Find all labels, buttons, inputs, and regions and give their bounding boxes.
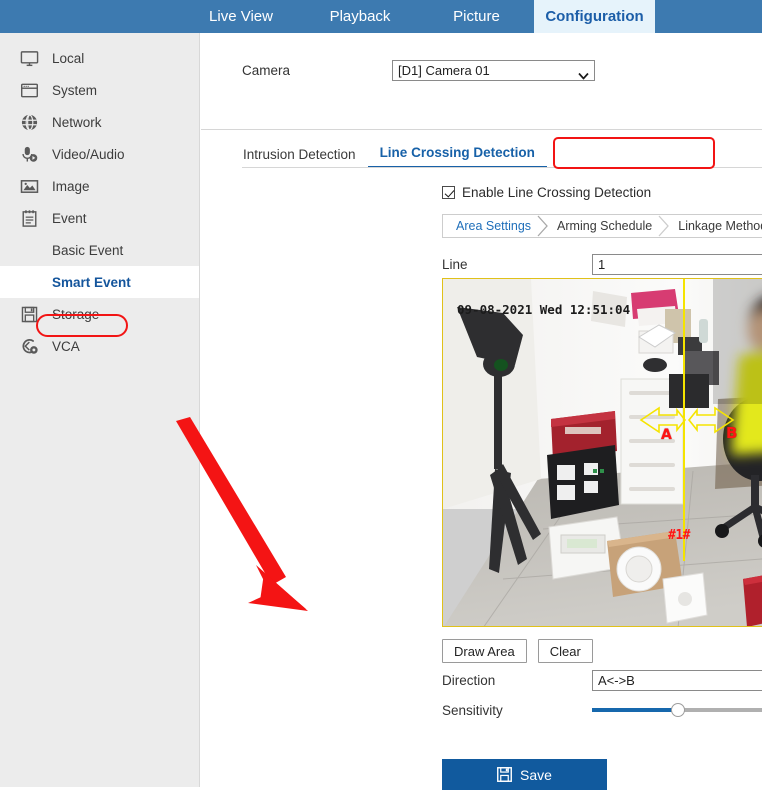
tab-picture[interactable]: Picture (419, 0, 534, 33)
tab-intrusion-detection[interactable]: Intrusion Detection (231, 147, 368, 168)
video-timestamp-overlay: 09-08-2021 Wed 12:51:04 (457, 302, 631, 317)
globe-icon (18, 111, 40, 133)
sidebar-item-network[interactable]: Network (0, 106, 199, 138)
floppy-icon (18, 303, 40, 325)
tab-intrusion-detection-label: Intrusion Detection (243, 147, 356, 162)
camera-row: Camera [D1] Camera 01 (242, 60, 595, 81)
sidebar-item-image-label: Image (52, 178, 90, 194)
camera-preview-area[interactable]: 09-08-2021 Wed 12:51:04 Camera 01 A B #1… (442, 278, 762, 627)
chevron-down-icon (578, 67, 589, 80)
microphone-icon (18, 143, 40, 165)
direction-arrows-icon (639, 404, 739, 436)
sidebar-item-event[interactable]: Event (0, 202, 199, 234)
sidebar-item-storage[interactable]: Storage (0, 298, 199, 330)
slider-handle[interactable] (671, 703, 685, 717)
direction-label-a: A (661, 427, 672, 443)
tab-playback-label: Playback (329, 8, 391, 25)
step-linkage-method[interactable]: Linkage Method (665, 215, 762, 237)
sidebar-item-vca-label: VCA (52, 338, 80, 354)
step-area-settings[interactable]: Area Settings (443, 215, 548, 237)
detection-tab-bar: Intrusion Detection Line Crossing Detect… (231, 139, 547, 168)
tab-live-view-label: Live View (209, 8, 273, 25)
divider-2 (242, 167, 762, 168)
direction-label: Direction (442, 673, 496, 688)
camera-select[interactable]: [D1] Camera 01 (392, 60, 595, 81)
sidebar-item-video-audio[interactable]: Video/Audio (0, 138, 199, 170)
sensitivity-slider[interactable] (592, 701, 762, 719)
line-label: Line (442, 257, 468, 272)
sidebar-item-vca[interactable]: VCA (0, 330, 199, 362)
save-button-label: Save (520, 766, 552, 783)
settings-step-tabs: Area Settings Arming Schedule Linkage Me… (442, 214, 762, 238)
step-area-settings-label: Area Settings (456, 219, 532, 233)
tab-configuration-label: Configuration (545, 8, 644, 25)
tab-line-crossing-detection-label: Line Crossing Detection (379, 145, 535, 160)
sidebar-item-system-label: System (52, 82, 98, 98)
window-icon (18, 79, 40, 101)
draw-area-button[interactable]: Draw Area (442, 639, 527, 663)
divider-1 (201, 129, 762, 130)
sidebar-item-storage-label: Storage (52, 306, 100, 322)
sensitivity-label: Sensitivity (442, 702, 503, 718)
camera-video-frame (443, 279, 762, 626)
floppy-save-icon (497, 767, 512, 782)
sidebar-navigation: Local System Network Video/Audio Image E… (0, 33, 200, 787)
camera-label: Camera (242, 63, 291, 78)
line-select[interactable]: 1 (592, 254, 762, 275)
sidebar-item-local[interactable]: Local (0, 42, 199, 74)
sidebar-item-local-label: Local (52, 50, 85, 66)
enable-line-crossing-checkbox-row[interactable]: Enable Line Crossing Detection (442, 185, 651, 200)
tab-configuration[interactable]: Configuration (534, 0, 655, 33)
direction-row: Direction A<->B (442, 670, 762, 691)
slider-fill (592, 708, 678, 712)
step-arming-schedule[interactable]: Arming Schedule (544, 215, 670, 237)
clear-button-label: Clear (549, 643, 581, 659)
line-row: Line 1 (442, 254, 762, 275)
vca-icon (18, 335, 40, 357)
enable-line-crossing-label: Enable Line Crossing Detection (462, 185, 652, 200)
draw-area-button-label: Draw Area (454, 643, 515, 659)
tab-picture-label: Picture (453, 8, 500, 25)
sidebar-item-video-audio-label: Video/Audio (52, 146, 125, 162)
configuration-content-panel: Camera [D1] Camera 01 Intrusion Detectio… (201, 33, 762, 790)
sidebar-top-pad (0, 33, 199, 42)
step-arming-schedule-label: Arming Schedule (557, 219, 653, 233)
sidebar-item-basic-event-label: Basic Event (52, 242, 124, 258)
enable-line-crossing-checkbox[interactable] (442, 186, 455, 199)
sidebar-item-image[interactable]: Image (0, 170, 199, 202)
clipboard-icon (18, 207, 40, 229)
sidebar-item-network-label: Network (52, 114, 102, 130)
picture-icon (18, 175, 40, 197)
tab-live-view[interactable]: Live View (181, 0, 301, 33)
line-crossing-tab-highlight-annotation (553, 137, 715, 169)
monitor-icon (18, 47, 40, 69)
sensitivity-row: Sensitivity 50 (442, 700, 762, 720)
sidebar-item-basic-event[interactable]: Basic Event (0, 234, 199, 266)
sidebar-item-system[interactable]: System (0, 74, 199, 106)
direction-label-b: B (726, 424, 738, 442)
camera-scene-render (443, 279, 762, 626)
save-button[interactable]: Save (442, 759, 607, 790)
tab-playback[interactable]: Playback (301, 0, 419, 33)
sidebar-item-event-label: Event (52, 210, 87, 226)
clear-button[interactable]: Clear (537, 639, 593, 663)
line-number-label: #1# (668, 528, 690, 543)
sidebar-item-smart-event[interactable]: Smart Event (0, 266, 199, 298)
tab-line-crossing-detection[interactable]: Line Crossing Detection (367, 145, 547, 168)
sidebar-item-smart-event-label: Smart Event (52, 274, 131, 290)
direction-select[interactable]: A<->B (592, 670, 762, 691)
direction-select-value: A<->B (598, 673, 635, 688)
step-linkage-method-label: Linkage Method (678, 219, 762, 233)
camera-select-value: [D1] Camera 01 (398, 63, 490, 78)
draw-controls-row: Draw Area Clear (442, 639, 593, 663)
top-navigation-bar: Live View Playback Picture Configuration (0, 0, 762, 33)
line-select-value: 1 (598, 257, 606, 272)
